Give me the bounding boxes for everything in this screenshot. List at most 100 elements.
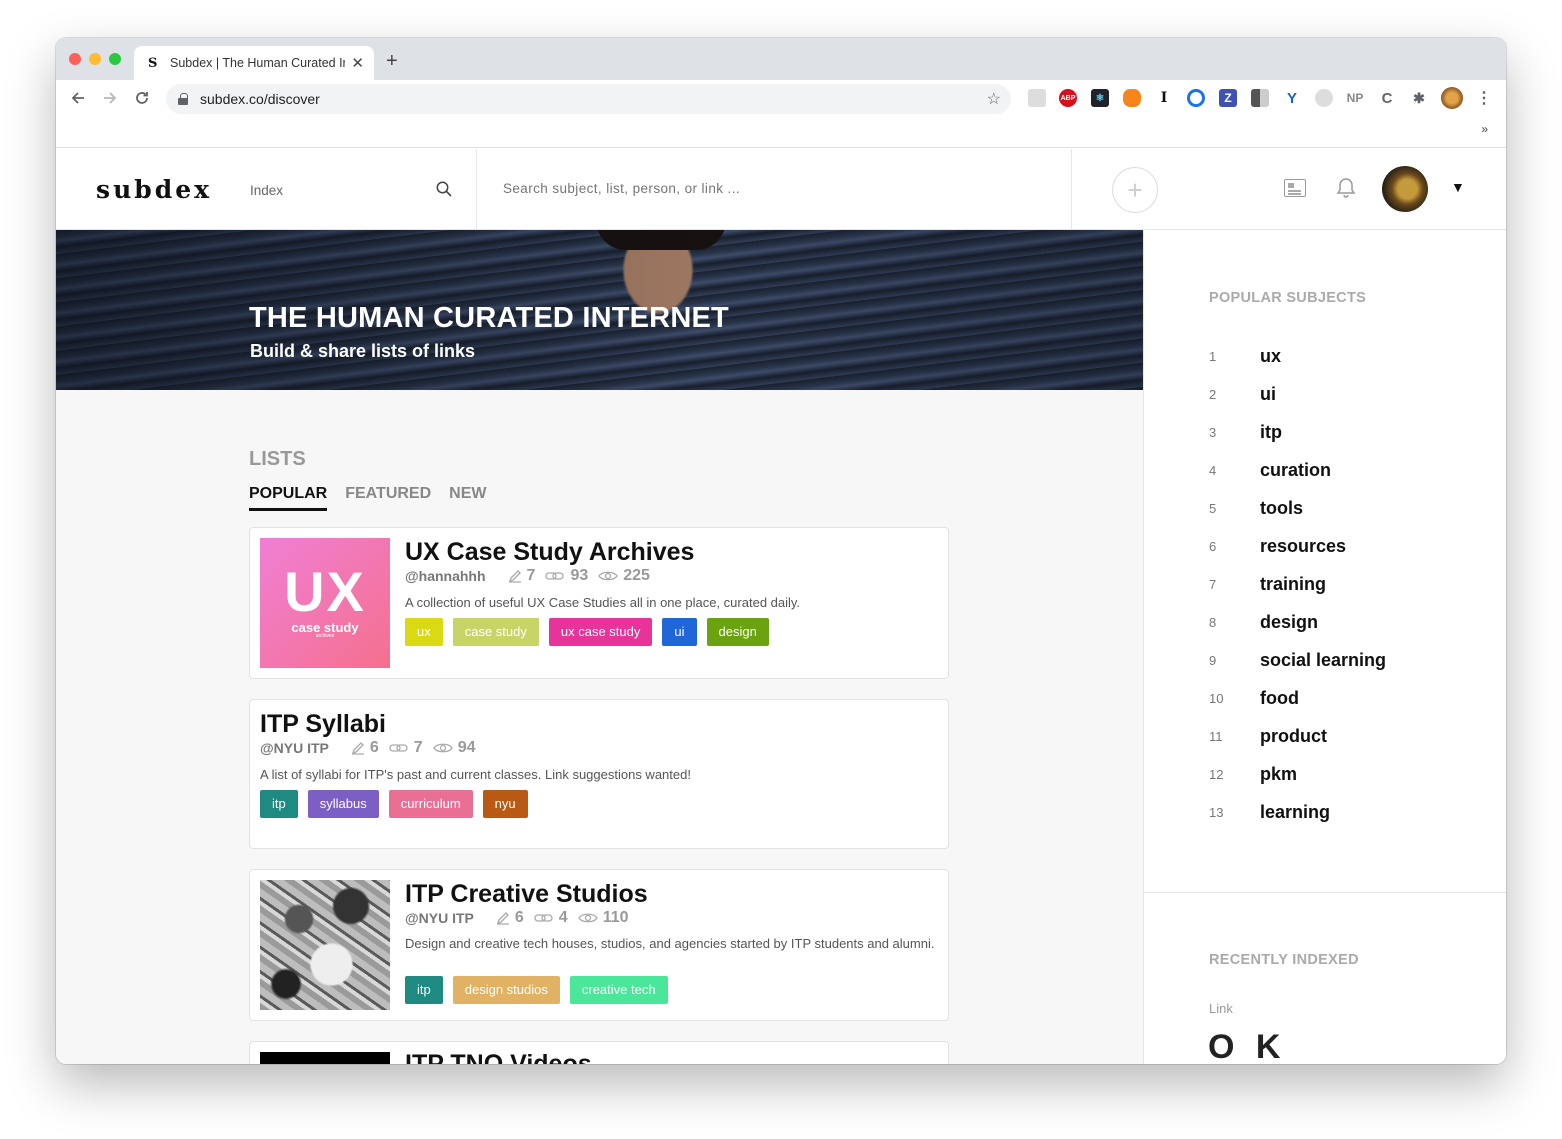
add-list-button[interactable]: +	[1112, 167, 1158, 213]
tab-featured[interactable]: FEATURED	[345, 485, 431, 511]
subject-name[interactable]: itp	[1260, 422, 1282, 443]
list-card[interactable]: ITP TNO Videos	[249, 1041, 949, 1064]
list-author[interactable]: @NYU ITP	[260, 740, 329, 756]
list-card[interactable]: UX case study archives UX Case Study Arc…	[249, 527, 949, 679]
address-bar[interactable]: subdex.co/discover ☆	[166, 84, 1011, 114]
list-author[interactable]: @hannahhh	[405, 568, 486, 584]
list-title[interactable]: UX Case Study Archives	[405, 538, 694, 567]
forward-arrow-icon[interactable]	[102, 90, 118, 106]
minimize-window-button[interactable]	[89, 53, 101, 65]
instapaper-icon[interactable]: I	[1155, 89, 1173, 107]
tag-case-study[interactable]: case study	[452, 618, 539, 646]
list-author[interactable]: @NYU ITP	[405, 910, 474, 926]
newspaper-icon[interactable]	[1284, 179, 1306, 197]
subject-item[interactable]: 8 design	[1209, 612, 1318, 633]
tag-row: itp design studios creative tech	[405, 976, 678, 1004]
subject-name[interactable]: design	[1260, 612, 1318, 633]
ghost-extension-icon[interactable]	[1315, 89, 1333, 107]
back-arrow-icon[interactable]	[70, 90, 86, 106]
bookmarks-overflow-icon[interactable]: »	[1481, 122, 1488, 136]
subdex-logo[interactable]: subdex	[96, 175, 212, 204]
subject-item[interactable]: 6 resources	[1209, 536, 1346, 557]
subject-item[interactable]: 5 tools	[1209, 498, 1303, 519]
subject-name[interactable]: learning	[1260, 802, 1330, 823]
subject-name[interactable]: product	[1260, 726, 1327, 747]
subject-name[interactable]: social learning	[1260, 650, 1386, 671]
tag-design[interactable]: design	[706, 618, 769, 646]
lists-heading: LISTS	[249, 448, 306, 470]
list-tabs: POPULAR FEATURED NEW	[249, 485, 504, 511]
index-search-label[interactable]: Index	[250, 183, 283, 198]
bookmark-star-icon[interactable]: ☆	[987, 89, 1001, 109]
list-card[interactable]: ITP Syllabi @NYU ITP 6 7 94 A list of sy…	[249, 699, 949, 849]
tag-nyu[interactable]: nyu	[482, 790, 528, 818]
tag-itp[interactable]: itp	[405, 976, 443, 1004]
tag-ux[interactable]: ux	[405, 618, 443, 646]
bell-icon[interactable]	[1336, 177, 1356, 199]
subject-item[interactable]: 13 learning	[1209, 802, 1330, 823]
briefcase-extension-icon[interactable]	[1028, 89, 1046, 107]
yoroi-icon[interactable]: Y	[1283, 89, 1301, 107]
react-devtools-icon[interactable]: ⚛	[1091, 89, 1109, 107]
main-search-input[interactable]	[503, 181, 1023, 196]
list-thumbnail[interactable]	[260, 1052, 390, 1064]
tag-syllabus[interactable]: syllabus	[307, 790, 379, 818]
recent-item-logo[interactable]: O K	[1208, 1028, 1286, 1064]
subject-name[interactable]: ux	[1260, 346, 1281, 367]
list-card[interactable]: ITP Creative Studios @NYU ITP 6 4 110 De…	[249, 869, 949, 1021]
subject-name[interactable]: pkm	[1260, 764, 1297, 785]
subject-name[interactable]: ui	[1260, 384, 1276, 405]
at-sign-extension-icon[interactable]	[1187, 89, 1205, 107]
url-text[interactable]: subdex.co/discover	[200, 91, 987, 107]
user-avatar[interactable]	[1382, 166, 1428, 212]
tag-creative-tech[interactable]: creative tech	[569, 976, 668, 1004]
adblock-extension-icon[interactable]: ABP	[1059, 89, 1077, 107]
subject-name[interactable]: training	[1260, 574, 1326, 595]
subject-name[interactable]: tools	[1260, 498, 1303, 519]
puzzle-extensions-icon[interactable]: ✱	[1410, 89, 1428, 107]
search-icon[interactable]	[436, 181, 452, 197]
list-title[interactable]: ITP Syllabi	[260, 710, 386, 739]
c-extension-icon[interactable]: C	[1378, 89, 1396, 107]
subject-item[interactable]: 2 ui	[1209, 384, 1276, 405]
subject-item[interactable]: 9 social learning	[1209, 650, 1386, 671]
browser-tab-active[interactable]: S Subdex | The Human Curated Internet ✕	[134, 46, 374, 80]
tag-ux-case-study[interactable]: ux case study	[548, 618, 653, 646]
subject-name[interactable]: curation	[1260, 460, 1331, 481]
metamask-fox-icon[interactable]	[1123, 89, 1141, 107]
subject-item[interactable]: 12 pkm	[1209, 764, 1297, 785]
subject-name[interactable]: food	[1260, 688, 1299, 709]
tab-new[interactable]: NEW	[449, 485, 486, 511]
tab-title: Subdex | The Human Curated Internet	[170, 56, 345, 70]
tag-ui[interactable]: ui	[662, 618, 697, 646]
subject-item[interactable]: 10 food	[1209, 688, 1299, 709]
maximize-window-button[interactable]	[109, 53, 121, 65]
account-dropdown-icon[interactable]: ▼	[1451, 179, 1465, 195]
tag-curriculum[interactable]: curriculum	[388, 790, 473, 818]
list-title[interactable]: ITP Creative Studios	[405, 880, 648, 909]
kebab-menu-icon[interactable]: ⋮	[1475, 89, 1493, 107]
profile-avatar-icon[interactable]	[1441, 87, 1463, 109]
site-header: subdex Index + ▼	[56, 149, 1506, 230]
tab-popular[interactable]: POPULAR	[249, 485, 328, 511]
np-extension-icon[interactable]: NP	[1346, 89, 1364, 107]
tag-design-studios[interactable]: design studios	[452, 976, 560, 1004]
subject-item[interactable]: 4 curation	[1209, 460, 1331, 481]
list-title[interactable]: ITP TNO Videos	[405, 1050, 592, 1064]
tag-row: ux case study ux case study ui design	[405, 618, 779, 646]
tab-close-icon[interactable]: ✕	[351, 54, 364, 72]
list-thumbnail[interactable]: UX case study archives	[260, 538, 390, 668]
list-thumbnail[interactable]	[260, 880, 390, 1010]
zotero-icon[interactable]: Z	[1219, 89, 1237, 107]
split-view-icon[interactable]	[1251, 89, 1269, 107]
subject-item[interactable]: 11 product	[1209, 726, 1327, 747]
tag-itp[interactable]: itp	[260, 790, 298, 818]
close-window-button[interactable]	[69, 53, 81, 65]
subject-name[interactable]: resources	[1260, 536, 1346, 557]
reload-icon[interactable]	[134, 90, 150, 106]
new-tab-button[interactable]: +	[386, 50, 398, 73]
subject-item[interactable]: 7 training	[1209, 574, 1326, 595]
subject-item[interactable]: 3 itp	[1209, 422, 1282, 443]
subject-item[interactable]: 1 ux	[1209, 346, 1281, 367]
site-favicon-icon: S	[148, 55, 158, 71]
